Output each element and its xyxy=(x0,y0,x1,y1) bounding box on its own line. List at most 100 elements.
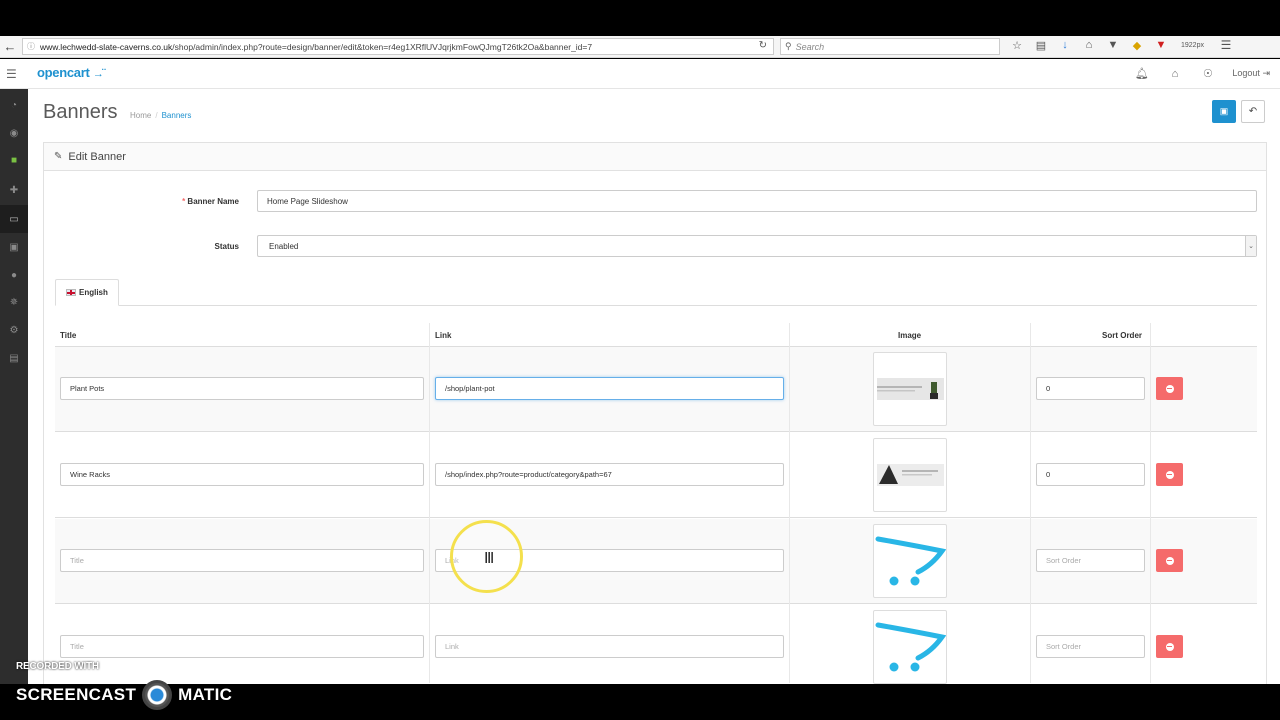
tab-english[interactable]: English xyxy=(55,279,119,306)
share-icon[interactable]: ✵ xyxy=(0,288,28,316)
sort-order-input[interactable]: Sort Order xyxy=(1036,635,1145,658)
home-icon[interactable]: ⌂ xyxy=(1158,68,1191,80)
text-cursor-icon: Ⅲ xyxy=(484,549,495,567)
panel-heading: ✎ Edit Banner xyxy=(44,143,1266,171)
floppy-icon: ▣ xyxy=(1219,106,1229,116)
title-input[interactable]: Title xyxy=(60,549,424,572)
star-icon[interactable]: ☆ xyxy=(1005,39,1029,52)
sort-order-input[interactable]: Sort Order xyxy=(1036,549,1145,572)
th-link: Link xyxy=(435,331,452,340)
reload-icon[interactable]: ↻ xyxy=(759,40,767,51)
url-domain: www.lechwedd-slate-caverns.co.uk xyxy=(40,41,173,52)
breadcrumb-separator: / xyxy=(155,111,158,120)
gear-icon[interactable]: ⚙ xyxy=(0,316,28,344)
edit-banner-panel: ✎ Edit Banner * Banner Name Home Page Sl… xyxy=(43,142,1267,690)
sidebar: ◔ ◉ ■ ✚ ▭ ▣ ● ✵ ⚙ ▤ xyxy=(0,89,28,684)
tag-icon[interactable]: ◉ xyxy=(0,119,28,147)
banner-name-input[interactable]: Home Page Slideshow xyxy=(257,190,1257,212)
extension-icon[interactable]: ◆ xyxy=(1125,39,1149,52)
screencast-watermark: SCREENCAST MATIC xyxy=(16,680,232,710)
url-path: /shop/admin/index.php?route=design/banne… xyxy=(172,41,593,52)
search-icon: ⚲ xyxy=(785,41,792,51)
back-icon[interactable]: ← xyxy=(0,39,20,54)
minus-circle-icon xyxy=(1165,470,1174,479)
url-text: www.lechwedd-slate-caverns.co.uk/shop/ad… xyxy=(40,42,592,52)
puzzle-icon[interactable]: ✚ xyxy=(0,176,28,204)
zoom-readout: 1922px xyxy=(1181,41,1204,49)
address-bar[interactable]: ⓘ www.lechwedd-slate-caverns.co.uk/shop/… xyxy=(22,38,774,55)
banner-image-thumbnail[interactable] xyxy=(873,610,947,684)
shield-icon[interactable]: ▼ xyxy=(1149,39,1173,51)
browser-search-input[interactable]: ⚲ Search xyxy=(780,38,1000,55)
logo-text: opencart xyxy=(37,65,90,80)
shirt-icon[interactable]: ■ xyxy=(0,146,28,174)
remove-button[interactable] xyxy=(1156,377,1183,400)
browser-toolbar: ← ⓘ www.lechwedd-slate-caverns.co.uk/sho… xyxy=(0,36,1280,58)
pocket-icon[interactable]: ▼ xyxy=(1101,39,1125,51)
header-actions: 🔔︎ ⌂ ☉ Logout ⇥ xyxy=(1125,67,1270,81)
black-top-bar xyxy=(0,0,1280,36)
title-input[interactable]: Wine Racks xyxy=(60,463,424,486)
dashboar-icon[interactable]: ◔ xyxy=(0,91,28,119)
remove-button[interactable] xyxy=(1156,463,1183,486)
status-value: Enabled xyxy=(269,241,299,251)
back-button[interactable]: ↶ xyxy=(1241,100,1265,123)
title-input[interactable]: Title xyxy=(60,635,424,658)
tab-english-label: English xyxy=(79,288,108,297)
minus-circle-icon xyxy=(1165,642,1174,651)
status-row: Status Enabled ⌄ xyxy=(44,235,1266,259)
title-input[interactable]: Plant Pots xyxy=(60,377,424,400)
link-input[interactable]: /shop/index.php?route=product/category&p… xyxy=(435,463,784,486)
logout-link[interactable]: Logout ⇥ xyxy=(1232,68,1270,79)
menu-icon[interactable]: ☰ xyxy=(1214,38,1238,52)
sort-order-input[interactable]: 0 xyxy=(1036,463,1145,486)
column-divider xyxy=(1030,323,1031,683)
th-sort-order: Sort Order xyxy=(1102,331,1143,340)
banner-image-thumbnail[interactable] xyxy=(873,438,947,512)
globe-icon[interactable]: ☉ xyxy=(1191,67,1224,80)
screencast-logo-icon xyxy=(142,680,173,710)
logo-cart-icon: →̈ xyxy=(92,68,104,80)
download-icon[interactable]: ↓ xyxy=(1053,39,1077,51)
monitor-icon[interactable]: ▭ xyxy=(0,205,28,233)
link-input[interactable]: /shop/plant-pot xyxy=(435,377,784,400)
sort-order-input[interactable]: 0 xyxy=(1036,377,1145,400)
opencart-logo[interactable]: opencart →̈ xyxy=(37,65,104,80)
link-input[interactable]: Link xyxy=(435,635,784,658)
hamburger-icon[interactable]: ☰ xyxy=(6,67,17,81)
main-content: Banners Home / Banners ▣ ↶ ✎ Edit Banner… xyxy=(28,89,1280,690)
remove-button[interactable] xyxy=(1156,635,1183,658)
page-title: Banners xyxy=(43,101,118,123)
table-row: Wine Racks /shop/index.php?route=product… xyxy=(55,433,1257,518)
sign-out-icon: ⇥ xyxy=(1262,68,1270,78)
breadcrumb-home[interactable]: Home xyxy=(130,111,151,120)
chevron-down-icon: ⌄ xyxy=(1245,236,1256,256)
save-button[interactable]: ▣ xyxy=(1212,100,1236,123)
screen: ← ⓘ www.lechwedd-slate-caverns.co.uk/sho… xyxy=(0,0,1280,720)
cart-icon[interactable]: ▣ xyxy=(0,233,28,261)
bar-chart-icon[interactable]: ▤ xyxy=(0,344,28,372)
banner-name-label: * Banner Name xyxy=(104,197,239,206)
opencart-placeholder-image xyxy=(875,536,946,586)
banner-image-thumbnail[interactable] xyxy=(873,524,947,598)
column-divider xyxy=(429,323,430,683)
column-divider xyxy=(1150,323,1151,683)
banner-image-thumbnail[interactable] xyxy=(873,352,947,426)
remove-button[interactable] xyxy=(1156,549,1183,572)
panel-title: Edit Banner xyxy=(68,150,126,163)
bell-icon[interactable]: 🔔︎ xyxy=(1125,67,1158,80)
column-divider xyxy=(789,323,790,683)
status-select[interactable]: Enabled ⌄ xyxy=(257,235,1257,257)
plant-pot-banner-image xyxy=(877,378,944,400)
admin-app: ☰ opencart →̈ 🔔︎ ⌂ ☉ Logout ⇥ ◔ ◉ ■ ✚ ▭ … xyxy=(0,59,1280,690)
admin-header: ☰ opencart →̈ 🔔︎ ⌂ ☉ Logout ⇥ xyxy=(0,59,1280,89)
breadcrumb-banners[interactable]: Banners xyxy=(162,111,192,120)
user-icon[interactable]: ● xyxy=(0,261,28,289)
opencart-placeholder-image xyxy=(875,622,946,672)
wine-rack-banner-image xyxy=(877,464,944,486)
breadcrumb: Home / Banners xyxy=(130,111,191,120)
home-icon[interactable]: ⌂ xyxy=(1077,39,1101,51)
pencil-icon: ✎ xyxy=(54,151,63,162)
reading-list-icon[interactable]: ▤ xyxy=(1029,39,1053,52)
table-row: Title Link Sort Order xyxy=(55,519,1257,604)
